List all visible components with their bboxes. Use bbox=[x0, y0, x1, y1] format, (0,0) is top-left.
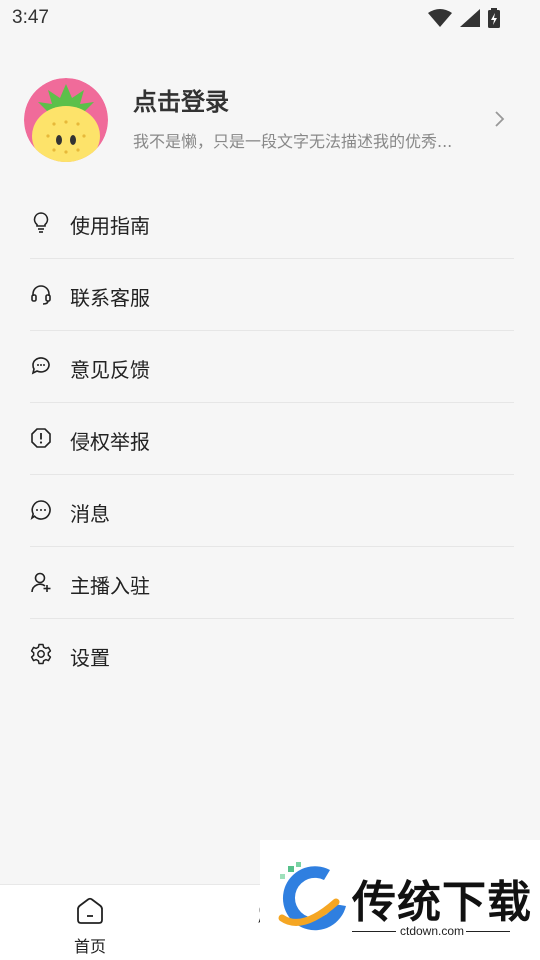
menu-item-label: 设置 bbox=[70, 646, 110, 670]
watermark-divider bbox=[352, 931, 396, 932]
home-icon bbox=[77, 897, 103, 924]
login-title[interactable]: 点击登录 bbox=[133, 82, 229, 117]
watermark-url: ctdown.com bbox=[400, 924, 465, 938]
chat-bubbles-icon bbox=[31, 357, 50, 375]
menu-list: 使用指南 联系客服 意见反馈 侵权举报 消息 主播入驻 设置 bbox=[30, 187, 514, 691]
profile-header[interactable]: 点击登录 我不是懒，只是一段文字无法描述我的优秀... bbox=[0, 76, 540, 166]
menu-item-guide[interactable]: 使用指南 bbox=[30, 187, 514, 259]
avatar[interactable] bbox=[24, 78, 108, 162]
user-add-icon bbox=[31, 572, 51, 593]
menu-item-customer-service[interactable]: 联系客服 bbox=[30, 259, 514, 331]
watermark-divider bbox=[466, 931, 510, 932]
battery-icon bbox=[488, 8, 500, 28]
profile-subtitle: 我不是懒，只是一段文字无法描述我的优秀... bbox=[133, 132, 453, 151]
menu-item-streamer-join[interactable]: 主播入驻 bbox=[30, 547, 514, 619]
gear-icon bbox=[30, 643, 52, 665]
menu-item-label: 意见反馈 bbox=[70, 358, 150, 382]
cellular-signal-icon bbox=[460, 9, 480, 27]
alert-icon bbox=[31, 428, 51, 448]
chevron-right-icon[interactable] bbox=[494, 110, 506, 128]
headset-icon bbox=[31, 285, 51, 305]
menu-item-report[interactable]: 侵权举报 bbox=[30, 403, 514, 475]
status-icons bbox=[428, 8, 500, 28]
menu-item-label: 侵权举报 bbox=[70, 430, 150, 454]
ctdown-logo-icon bbox=[278, 862, 346, 931]
wifi-icon bbox=[428, 9, 452, 27]
tab-home[interactable]: 首页 bbox=[40, 885, 140, 960]
pineapple-avatar-icon bbox=[24, 78, 108, 162]
menu-item-settings[interactable]: 设置 bbox=[30, 619, 514, 691]
menu-item-messages[interactable]: 消息 bbox=[30, 475, 514, 547]
tab-home-label: 首页 bbox=[73, 937, 106, 956]
menu-item-feedback[interactable]: 意见反馈 bbox=[30, 331, 514, 403]
status-bar: 3:47 bbox=[0, 0, 540, 38]
status-time: 3:47 bbox=[12, 7, 49, 28]
menu-item-label: 主播入驻 bbox=[70, 574, 150, 598]
menu-item-label: 使用指南 bbox=[70, 214, 150, 238]
watermark-logo: 传统下载 ctdown.com bbox=[260, 840, 540, 960]
menu-item-label: 联系客服 bbox=[70, 286, 150, 310]
watermark-brand: 传统下载 bbox=[352, 877, 532, 928]
message-icon bbox=[30, 500, 51, 521]
menu-item-label: 消息 bbox=[70, 502, 110, 526]
lightbulb-icon bbox=[33, 212, 49, 233]
